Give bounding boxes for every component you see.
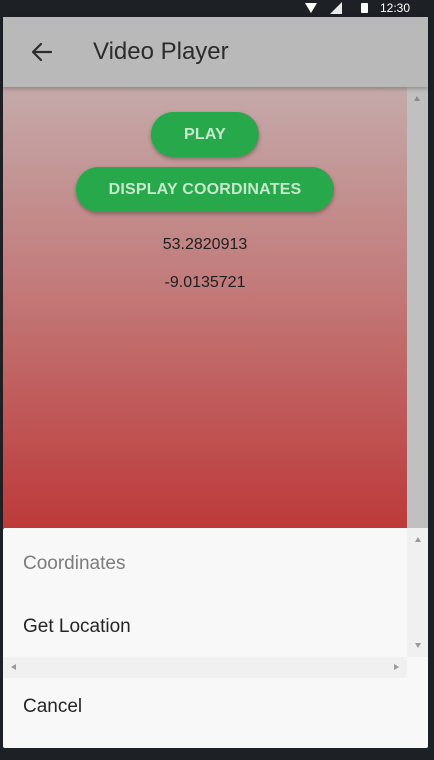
back-button[interactable] — [23, 33, 61, 71]
page-title: Video Player — [93, 38, 229, 65]
longitude-value: -9.0135721 — [164, 274, 246, 291]
cancel-label: Cancel — [23, 696, 83, 717]
sheet-horizontal-scrollbar[interactable] — [3, 657, 407, 678]
scroll-up-icon[interactable] — [415, 537, 421, 542]
display-coordinates-button[interactable]: DISPLAY COORDINATES — [76, 167, 334, 212]
battery-icon — [361, 3, 368, 13]
sheet-list: Coordinates Get Location — [3, 528, 407, 657]
sheet-vertical-scrollbar[interactable] — [407, 528, 428, 657]
sheet-header: Coordinates — [23, 553, 126, 574]
signal-icon — [330, 2, 342, 14]
main-content: PLAY DISPLAY COORDINATES 53.2820913 -9.0… — [3, 87, 407, 528]
app-bar: Video Player — [3, 17, 428, 87]
scroll-up-icon[interactable] — [414, 96, 420, 101]
get-location-item[interactable]: Get Location — [3, 610, 407, 646]
latitude-value: 53.2820913 — [162, 236, 248, 253]
scroll-left-icon[interactable] — [11, 664, 16, 670]
sheet-item-label: Get Location — [23, 616, 131, 637]
main-scrollbar[interactable] — [407, 87, 428, 528]
status-time: 12:30 — [380, 1, 411, 15]
scroll-down-icon[interactable] — [415, 643, 421, 648]
status-bar: 12:30 — [0, 0, 431, 17]
wifi-icon — [305, 3, 317, 13]
bottom-sheet: Coordinates Get Location Cancel — [3, 528, 428, 748]
arrow-left-icon — [31, 42, 53, 62]
scroll-right-icon[interactable] — [394, 664, 399, 670]
cancel-button[interactable]: Cancel — [3, 688, 428, 728]
play-button[interactable]: PLAY — [151, 112, 259, 157]
